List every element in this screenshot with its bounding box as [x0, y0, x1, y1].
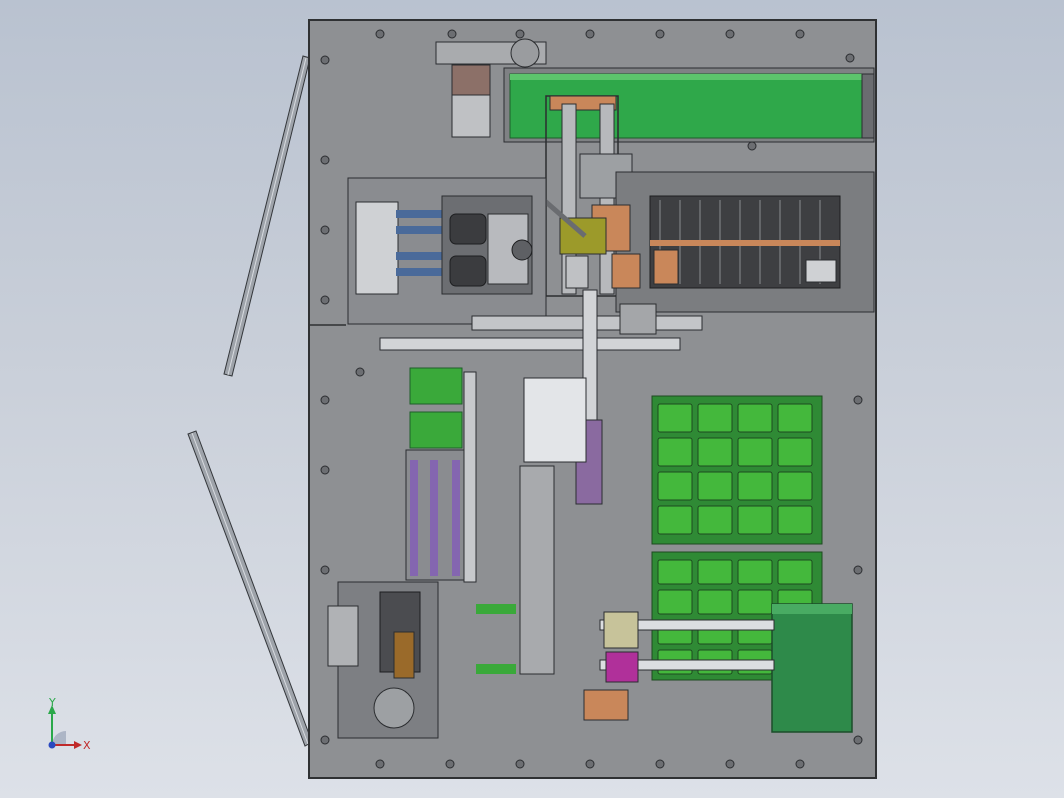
- tray-cell: [737, 403, 773, 433]
- tray-cell: [697, 589, 733, 615]
- center-column: [519, 465, 555, 675]
- triad-y-label: Y: [48, 696, 56, 709]
- x-axis-arrow-icon: [74, 741, 82, 749]
- tray-cell: [697, 559, 733, 585]
- tray-cell: [657, 559, 693, 585]
- tray-cell: [777, 403, 813, 433]
- tray-cell: [737, 559, 773, 585]
- side-rail-upper: [223, 55, 311, 377]
- side-rail-lower: [187, 430, 313, 747]
- tray-cell: [777, 437, 813, 467]
- tray-cell: [657, 471, 693, 501]
- lower-left-drive: [327, 581, 439, 739]
- triad-x-label: X: [83, 739, 91, 752]
- tray-cell: [657, 437, 693, 467]
- tray-cell: [737, 437, 773, 467]
- tray-cell: [777, 505, 813, 535]
- tray-cell: [777, 559, 813, 585]
- tray-cell: [697, 403, 733, 433]
- cad-viewport[interactable]: Y X: [0, 0, 1064, 798]
- tray-cell: [697, 505, 733, 535]
- tray-cell: [657, 403, 693, 433]
- left-feeder: [347, 177, 547, 325]
- tray-cell: [657, 505, 693, 535]
- cylinder-housing: [523, 377, 587, 463]
- z-axis-dot-icon: [48, 741, 56, 749]
- right-magazine: [615, 171, 875, 313]
- coordinate-triad: Y X: [48, 696, 91, 752]
- tray-cell: [737, 589, 773, 615]
- tray-cell: [777, 471, 813, 501]
- tray-cell: [697, 437, 733, 467]
- tray-cell: [657, 589, 693, 615]
- tray-cell: [737, 505, 773, 535]
- tray-cell: [737, 471, 773, 501]
- tray-cell: [697, 471, 733, 501]
- bottom-motor: [771, 603, 853, 733]
